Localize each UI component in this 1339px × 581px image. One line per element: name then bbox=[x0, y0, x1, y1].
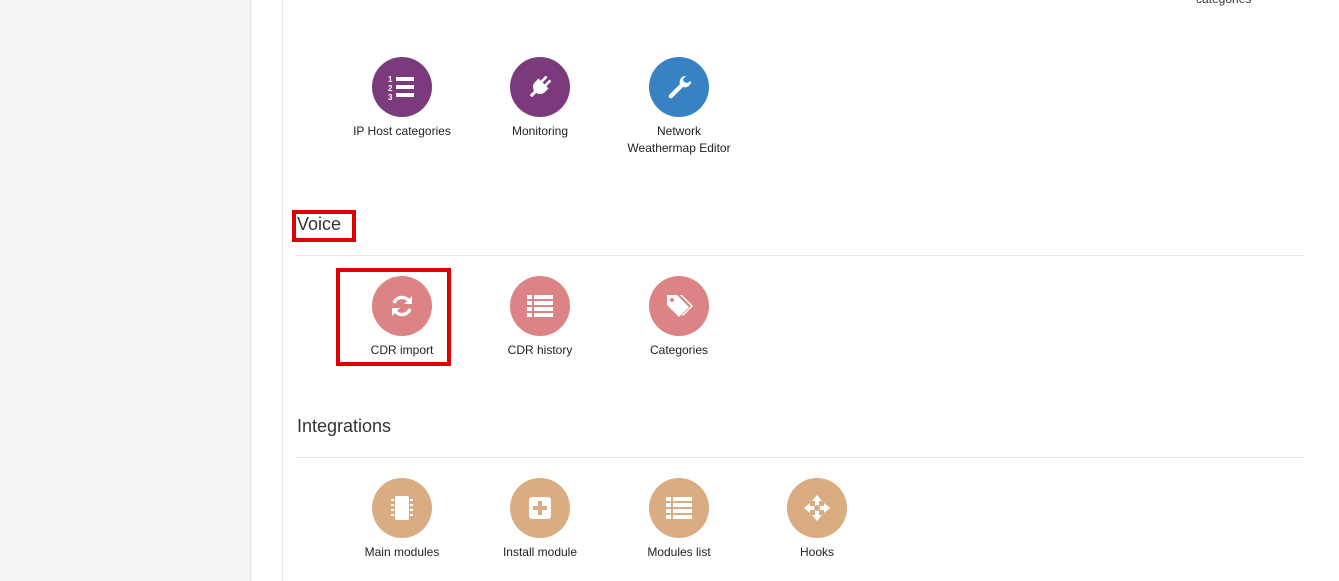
tile-hooks[interactable]: Hooks bbox=[747, 478, 887, 561]
tile-network-weathermap-editor[interactable]: Network Weathermap Editor bbox=[609, 57, 749, 157]
arrows-icon bbox=[787, 478, 847, 538]
tile-label: Hooks bbox=[799, 545, 834, 559]
tile-main-modules[interactable]: Main modules bbox=[332, 478, 472, 561]
tile-monitoring[interactable]: Monitoring bbox=[470, 57, 610, 140]
tile-label-line1: Network bbox=[656, 124, 701, 138]
plus-square-icon bbox=[510, 478, 570, 538]
tile-label: Install module bbox=[502, 545, 578, 559]
tile-install-module[interactable]: Install module bbox=[470, 478, 610, 561]
tile-label: Categories bbox=[649, 343, 709, 357]
highlight-cdr-import bbox=[336, 268, 451, 366]
right-margin bbox=[1319, 0, 1339, 581]
tile-label: IP Host categories bbox=[353, 124, 451, 138]
section-divider bbox=[296, 255, 1304, 256]
svg-text:3: 3 bbox=[388, 93, 393, 100]
tile-label: Monitoring bbox=[511, 124, 569, 138]
tile-label: Network Weathermap Editor bbox=[609, 123, 749, 157]
tile-cdr-history[interactable]: CDR history bbox=[470, 276, 610, 359]
svg-text:1: 1 bbox=[388, 75, 393, 84]
plug-icon bbox=[510, 57, 570, 117]
highlight-voice-title bbox=[292, 210, 356, 242]
wrench-icon bbox=[649, 57, 709, 117]
ordered-list-icon: 1 2 3 bbox=[372, 57, 432, 117]
tile-label: Modules list bbox=[647, 545, 711, 559]
section-title-integrations: Integrations bbox=[297, 416, 392, 436]
list-icon bbox=[649, 478, 709, 538]
tile-ip-host-categories[interactable]: 1 2 3 IP Host categories bbox=[332, 57, 472, 140]
left-sidebar-area bbox=[0, 0, 251, 581]
tile-categories[interactable]: Categories bbox=[609, 276, 749, 359]
cutoff-tile-label: categories bbox=[1196, 0, 1251, 6]
section-divider bbox=[296, 457, 1304, 458]
tile-modules-list[interactable]: Modules list bbox=[609, 478, 749, 561]
tile-label-line2: Weathermap Editor bbox=[627, 141, 731, 155]
tile-label: CDR history bbox=[507, 343, 573, 357]
list-icon bbox=[510, 276, 570, 336]
svg-text:2: 2 bbox=[388, 84, 393, 93]
tile-label: Main modules bbox=[364, 545, 440, 559]
tags-icon bbox=[649, 276, 709, 336]
chip-icon bbox=[372, 478, 432, 538]
